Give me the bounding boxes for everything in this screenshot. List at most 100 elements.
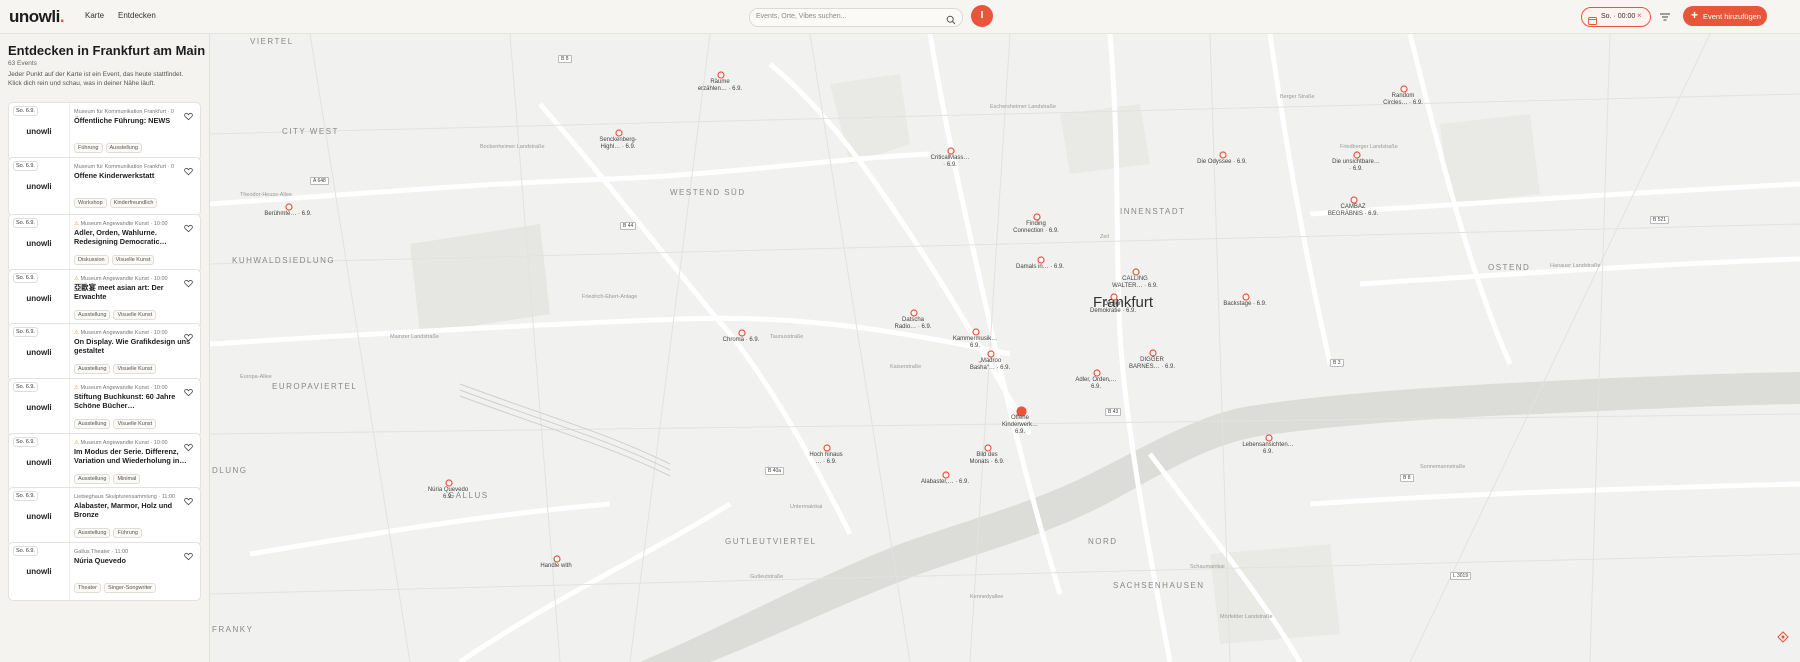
event-thumbnail[interactable]: So. 6.9. unowli xyxy=(9,215,70,272)
event-title[interactable]: 亞歐宴 meet asian art: Der Erwachte xyxy=(74,283,191,301)
event-marker-label[interactable]: Räume erzählen… · 6.9. xyxy=(690,79,750,93)
event-card[interactable]: So. 6.9. unowli ⚠ Museum Angewandte Kunst … xyxy=(8,323,201,382)
event-title[interactable]: Núria Quevedo xyxy=(74,556,191,566)
close-icon[interactable]: × xyxy=(1637,11,1642,20)
event-tag[interactable]: Theater xyxy=(74,583,101,593)
date-filter[interactable]: So. · 00:00 × xyxy=(1581,7,1651,27)
event-marker-label[interactable]: „Mädroo Basha“… · 6.9. xyxy=(960,358,1020,372)
filter-icon[interactable] xyxy=(1659,10,1671,28)
event-tag[interactable]: Ausstellung xyxy=(74,364,111,374)
event-marker-label[interactable]: Offene Kinderwerk… 6.9. xyxy=(990,415,1050,436)
heart-icon[interactable] xyxy=(184,329,193,347)
event-tag[interactable]: Minimal xyxy=(113,474,141,484)
event-marker-label[interactable]: Berühmte… · 6.9. xyxy=(258,211,318,218)
event-tag[interactable]: Visuelle Kunst xyxy=(111,255,155,265)
event-card[interactable]: So. 6.9. unowli Museum für Kommunikation F… xyxy=(8,102,201,161)
road-number: B 40a xyxy=(765,467,785,475)
event-title[interactable]: On Display. Wie Grafikdesign uns gestalt… xyxy=(74,337,191,355)
heart-icon[interactable] xyxy=(184,384,193,402)
event-tag[interactable]: Diskussion xyxy=(74,255,109,265)
event-thumbnail[interactable]: So. 6.9. unowli xyxy=(9,543,70,600)
heart-icon[interactable] xyxy=(184,275,193,293)
district-label: OSTEND xyxy=(1488,263,1531,272)
event-marker-label[interactable]: Handle with xyxy=(526,563,586,570)
event-tag[interactable]: Ausstellung xyxy=(74,310,111,320)
event-marker-label[interactable]: Alabaster,… · 6.9. xyxy=(915,479,975,486)
event-marker-label[interactable]: CriticalMass… · 6.9. xyxy=(920,155,980,169)
event-thumbnail[interactable]: So. 6.9. unowli xyxy=(9,270,70,327)
district-label: FRANKY xyxy=(212,625,254,634)
event-marker-label[interactable]: Bild des Monats · 6.9. xyxy=(957,452,1017,466)
event-marker-label[interactable]: Backstage · 6.9. xyxy=(1215,301,1275,308)
nav-karte[interactable]: Karte xyxy=(85,11,104,20)
event-marker-label[interactable]: Design Demokratie · 6.9. xyxy=(1083,301,1143,315)
event-title[interactable]: Alabaster, Marmor, Holz und Bronze xyxy=(74,501,191,519)
event-title[interactable]: Im Modus der Serie. Differenz, Variation… xyxy=(74,447,191,465)
event-title[interactable]: Stiftung Buchkunst: 60 Jahre Schöne Büch… xyxy=(74,392,191,410)
event-tag[interactable]: Kinderfreundlich xyxy=(109,198,158,208)
event-marker-label[interactable]: Adler, Orden,… 6.9. xyxy=(1066,377,1126,391)
event-title[interactable]: Adler, Orden, Wahlurne. Redesigning Demo… xyxy=(74,228,191,246)
event-thumbnail[interactable]: So. 6.9. unowli xyxy=(9,379,70,436)
event-marker-label[interactable]: Núria Quevedo 6.9. xyxy=(418,487,478,501)
event-marker-label[interactable]: Datscha Radio… · 6.9. xyxy=(883,317,943,331)
event-tag[interactable]: Workshop xyxy=(74,198,107,208)
event-marker-label[interactable]: CALLING WALTER… · 6.9. xyxy=(1105,276,1165,290)
search-input[interactable]: Events, Orte, Vibes suchen... xyxy=(749,8,963,27)
event-marker-label[interactable]: Hoch hinaus … · 6.9. xyxy=(796,452,856,466)
event-venue-text: Liebieghaus Skulpturensammlung · 11:00 xyxy=(74,494,176,500)
event-marker-label[interactable]: CAMBAZ BEGRÄBNIS · 6.9. xyxy=(1323,204,1383,218)
event-title[interactable]: Öffentliche Führung: NEWS xyxy=(74,116,191,126)
event-marker-label[interactable]: DIGGER BARNES… · 6.9. xyxy=(1122,357,1182,371)
event-card[interactable]: So. 6.9. unowli Museum für Kommunikation F… xyxy=(8,157,201,216)
event-card[interactable]: So. 6.9. unowli Liebieghaus Skulpturensamm… xyxy=(8,487,201,546)
event-marker-label[interactable]: Random Circles… · 6.9. xyxy=(1373,93,1433,107)
event-tag[interactable]: Führung xyxy=(113,528,142,538)
event-tag[interactable]: Visuelle Kunst xyxy=(113,364,157,374)
event-marker-label[interactable]: Kammermusik… 6.9. xyxy=(945,336,1005,350)
add-event-button[interactable]: + Event hinzufügen xyxy=(1683,6,1767,26)
event-tag[interactable]: Ausstellung xyxy=(74,528,111,538)
event-marker-label[interactable]: Finding Connection · 6.9. xyxy=(1006,221,1066,235)
event-thumbnail[interactable]: So. 6.9. unowli xyxy=(9,434,70,491)
heart-icon[interactable] xyxy=(184,493,193,511)
event-card[interactable]: So. 6.9. unowli ⚠ Museum Angewandte Kunst … xyxy=(8,433,201,492)
event-tag[interactable]: Visuelle Kunst xyxy=(113,310,157,320)
event-marker-label[interactable]: Chroma · 6.9. xyxy=(711,337,771,344)
road-number: B 43 xyxy=(1105,408,1122,416)
search-icon[interactable] xyxy=(946,12,956,30)
event-tag[interactable]: Ausstellung xyxy=(74,419,111,429)
event-marker-label[interactable]: Senckenberg- Highl… · 6.9. xyxy=(588,137,648,151)
heart-icon[interactable] xyxy=(184,163,193,181)
event-thumbnail[interactable]: So. 6.9. unowli xyxy=(9,158,70,215)
event-marker-label[interactable]: Die unsichtbare… · 6.9. xyxy=(1326,159,1386,173)
nav-entdecken[interactable]: Entdecken xyxy=(118,11,156,20)
heart-icon[interactable] xyxy=(184,439,193,457)
event-thumbnail[interactable]: So. 6.9. unowli xyxy=(9,488,70,545)
avatar[interactable]: I xyxy=(971,5,993,27)
map[interactable]: Frankfurt CITY WEST WESTEND SÜD INNENSTA… xyxy=(210,34,1800,662)
event-marker-label[interactable]: Lebensansichten… 6.9. xyxy=(1238,442,1298,456)
event-count: 63 Events xyxy=(8,60,37,67)
event-card[interactable]: So. 6.9. unowli ⚠ Museum Angewandte Kunst … xyxy=(8,269,201,328)
event-marker-label[interactable]: Damals in… · 6.9. xyxy=(1010,264,1070,271)
event-card[interactable]: So. 6.9. unowli ⚠ Museum Angewandte Kunst … xyxy=(8,214,201,273)
event-title[interactable]: Offene Kinderwerkstatt xyxy=(74,171,191,181)
event-tag[interactable]: Führung xyxy=(74,143,103,153)
event-tag[interactable]: Singer-Songwriter xyxy=(103,583,156,593)
event-tag[interactable]: Ausstellung xyxy=(74,474,111,484)
heart-icon[interactable] xyxy=(184,108,193,126)
heart-icon[interactable] xyxy=(184,548,193,566)
event-thumbnail[interactable]: So. 6.9. unowli xyxy=(9,324,70,381)
event-card[interactable]: So. 6.9. unowli Gallus Theater · 11:00 Núri… xyxy=(8,542,201,601)
logo-text: unowli xyxy=(9,7,60,26)
street-label: Sonnemannstraße xyxy=(1420,464,1466,470)
event-tag[interactable]: Ausstellung xyxy=(105,143,142,153)
road-number: B 8 xyxy=(558,55,572,63)
heart-icon[interactable] xyxy=(184,220,193,238)
event-card[interactable]: So. 6.9. unowli ⚠ Museum Angewandte Kunst … xyxy=(8,378,201,437)
logo[interactable]: unowli. xyxy=(9,7,65,27)
event-tag[interactable]: Visuelle Kunst xyxy=(113,419,157,429)
event-marker-label[interactable]: Die Odyssee · 6.9. xyxy=(1192,159,1252,166)
event-thumbnail[interactable]: So. 6.9. unowli xyxy=(9,103,70,160)
